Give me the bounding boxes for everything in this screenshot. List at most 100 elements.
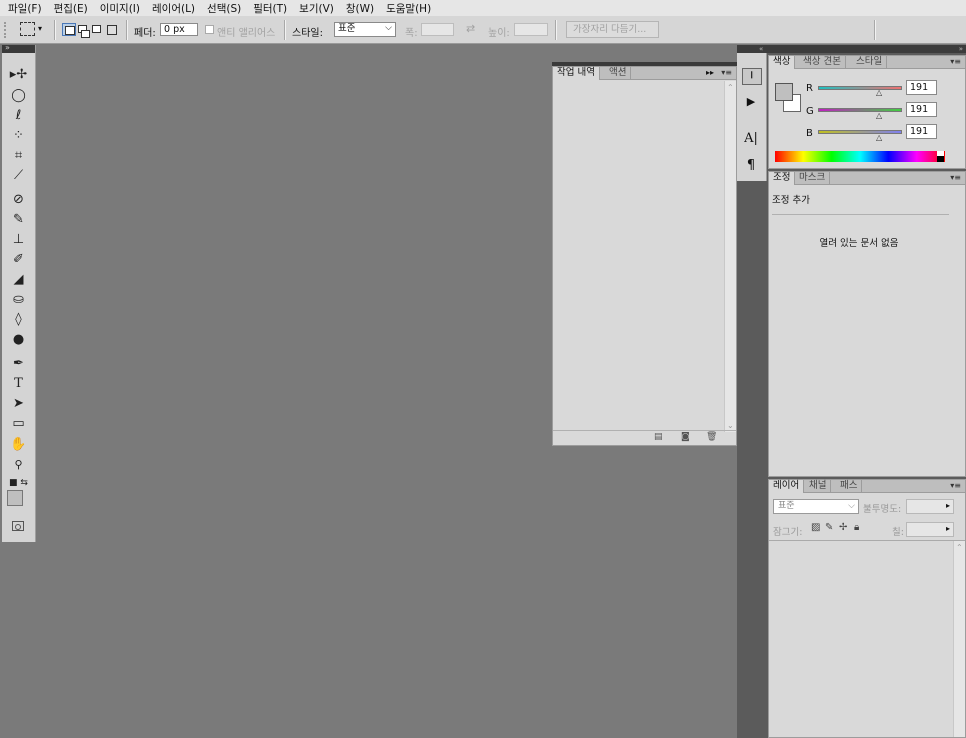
quick-mask-icon[interactable] <box>12 521 24 531</box>
menu-file[interactable]: 파일(F) <box>0 1 48 16</box>
tab-history[interactable]: 작업 내역 <box>553 67 600 80</box>
height-input[interactable] <box>514 23 548 36</box>
options-grip[interactable] <box>4 22 12 38</box>
actions-panel-icon[interactable]: ▶ <box>742 95 760 109</box>
adjustments-panel: 조정 마스크 ▾≡ 조정 추가 열려 있는 문서 없음 <box>768 171 966 477</box>
history-panel: 작업 내역 액션 ▸▸ ▾≡ ⌃ ⌄ ▤ ◙ 🗑 <box>552 66 737 446</box>
history-brush-icon[interactable]: ✐ <box>2 250 35 270</box>
type-tool-icon[interactable]: T <box>2 374 35 394</box>
tab-adjustments[interactable]: 조정 <box>769 172 796 185</box>
iconstrip-header[interactable]: « <box>737 45 767 53</box>
clone-stamp-icon[interactable]: ⊥ <box>2 230 35 250</box>
b-slider[interactable] <box>818 130 902 134</box>
crop-tool-icon[interactable]: ⌗ <box>2 146 35 166</box>
style-select[interactable]: 표준 ⌵ <box>334 22 396 37</box>
menu-select[interactable]: 선택(S) <box>201 1 247 16</box>
dock-header[interactable]: » <box>767 45 966 53</box>
add-selection-icon[interactable] <box>77 23 91 38</box>
character-panel-icon[interactable]: A| <box>742 131 760 147</box>
eyedropper-icon[interactable]: ⟋ <box>2 166 35 186</box>
toolbox-header[interactable]: » <box>2 43 35 53</box>
paragraph-panel-icon[interactable]: ¶ <box>742 158 760 174</box>
panel-menu-icon[interactable]: ▾≡ <box>950 480 961 492</box>
b-value[interactable]: 191 <box>906 124 937 139</box>
g-value[interactable]: 191 <box>906 102 937 117</box>
marquee-preset-icon[interactable] <box>20 22 35 36</box>
paint-bucket-icon[interactable]: ⛀ <box>2 290 35 310</box>
color-spectrum-bar[interactable] <box>775 151 945 162</box>
brush-tool-icon[interactable]: ✎ <box>2 210 35 230</box>
dodge-tool-icon[interactable]: ● <box>2 330 35 350</box>
b-slider-thumb[interactable]: △ <box>876 133 882 142</box>
tab-actions[interactable]: 액션 <box>605 67 632 80</box>
fill-field[interactable]: ▸ <box>906 522 954 537</box>
chevron-down-icon: ⌵ <box>848 501 855 511</box>
antialias-label: 앤티 앨리어스 <box>217 28 276 39</box>
lock-position-icon[interactable]: ✢ <box>839 522 847 533</box>
tab-masks[interactable]: 마스크 <box>795 172 831 185</box>
lasso-tool-icon[interactable]: ℓ <box>2 106 35 126</box>
menu-view[interactable]: 보기(V) <box>293 1 340 16</box>
path-select-icon[interactable]: ➤ <box>2 394 35 414</box>
chevron-down-icon: ⌵ <box>385 23 392 33</box>
blur-tool-icon[interactable]: ◊ <box>2 310 35 330</box>
menu-edit[interactable]: 편집(E) <box>48 1 94 16</box>
menu-layer[interactable]: 레이어(L) <box>146 1 201 16</box>
tab-layers[interactable]: 레이어 <box>769 480 805 493</box>
rectangle-tool-icon[interactable]: ▭ <box>2 414 35 434</box>
history-footer: ▤ ◙ 🗑 <box>553 430 736 445</box>
history-panel-icon[interactable]: 𝄃 <box>742 68 762 85</box>
panel-menu-icon[interactable]: ▾≡ <box>721 67 732 79</box>
lock-transparent-icon[interactable]: ▨ <box>811 522 820 533</box>
opacity-field[interactable]: ▸ <box>906 499 954 514</box>
g-slider[interactable] <box>818 108 902 112</box>
trash-icon[interactable]: 🗑 <box>706 432 717 442</box>
move-tool-icon[interactable]: ▸✢ <box>2 65 35 85</box>
layers-scrollbar[interactable]: ⌃ <box>953 541 965 737</box>
tab-channels[interactable]: 채널 <box>805 480 832 493</box>
width-label: 폭: <box>405 28 418 39</box>
zoom-tool-icon[interactable]: ⚲ <box>2 455 35 475</box>
tab-swatches[interactable]: 색상 견본 <box>799 56 846 69</box>
eraser-tool-icon[interactable]: ◢ <box>2 270 35 290</box>
swap-icon[interactable]: ⇄ <box>466 22 475 35</box>
new-document-icon[interactable]: ▤ <box>654 432 663 442</box>
g-slider-thumb[interactable]: △ <box>876 111 882 120</box>
tab-color[interactable]: 색상 <box>769 56 796 69</box>
black-swatch[interactable] <box>937 156 944 162</box>
menu-image[interactable]: 이미지(I) <box>94 1 146 16</box>
panel-menu-icon[interactable]: ▾≡ <box>950 56 961 68</box>
panel-expand-icon[interactable]: ▸▸ <box>706 67 714 79</box>
antialias-checkbox[interactable] <box>205 25 214 34</box>
blend-mode-select[interactable]: 표준 ⌵ <box>773 499 859 514</box>
ellipse-marquee-icon[interactable]: ◯ <box>2 86 35 106</box>
foreground-color-swatch[interactable] <box>775 83 793 101</box>
r-slider[interactable] <box>818 86 902 90</box>
menu-help[interactable]: 도움말(H) <box>380 1 437 16</box>
hand-tool-icon[interactable]: ✋ <box>2 435 35 455</box>
foreground-color-swatch[interactable] <box>7 490 23 506</box>
r-value[interactable]: 191 <box>906 80 937 95</box>
panel-menu-icon[interactable]: ▾≡ <box>950 172 961 184</box>
r-slider-thumb[interactable]: △ <box>876 88 882 97</box>
new-selection-icon[interactable] <box>62 23 76 36</box>
tab-paths[interactable]: 패스 <box>836 480 863 493</box>
width-input[interactable] <box>421 23 454 36</box>
refine-edge-button[interactable]: 가장자리 다듬기... <box>566 21 659 38</box>
preset-dropdown-icon[interactable]: ▾ <box>38 24 42 33</box>
history-scrollbar[interactable]: ⌃ ⌄ <box>724 81 736 432</box>
tab-styles[interactable]: 스타일 <box>852 56 888 69</box>
new-snapshot-icon[interactable]: ◙ <box>681 432 690 442</box>
lock-pixels-icon[interactable]: ✎ <box>825 522 833 533</box>
subtract-selection-icon[interactable] <box>91 23 105 36</box>
feather-input[interactable]: 0 px <box>160 23 198 36</box>
height-label: 높이: <box>488 28 510 39</box>
menu-window[interactable]: 창(W) <box>340 1 380 16</box>
pen-tool-icon[interactable]: ✒ <box>2 354 35 374</box>
intersect-selection-icon[interactable] <box>105 23 119 36</box>
menu-filter[interactable]: 필터(T) <box>247 1 293 16</box>
quick-select-icon[interactable]: ⁘ <box>2 126 35 146</box>
healing-brush-icon[interactable]: ⊘ <box>2 190 35 210</box>
lock-all-icon[interactable]: 🔒︎ <box>854 522 859 533</box>
divider <box>772 214 949 215</box>
